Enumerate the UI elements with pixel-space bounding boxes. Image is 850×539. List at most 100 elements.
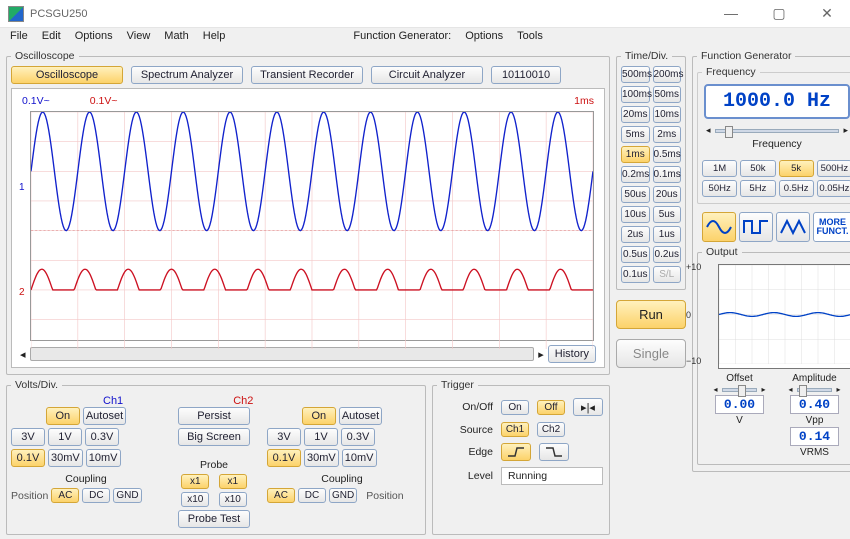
timediv-1ms[interactable]: 1ms bbox=[621, 146, 650, 163]
timediv-200ms[interactable]: 200ms bbox=[653, 66, 682, 83]
timediv-2ms[interactable]: 2ms bbox=[653, 126, 682, 143]
minimize-button[interactable]: — bbox=[716, 5, 746, 22]
fg-preset-50k[interactable]: 50k bbox=[740, 160, 775, 177]
ch2-scale-1v[interactable]: 1V bbox=[304, 428, 338, 446]
mode-circuit[interactable]: Circuit Analyzer bbox=[371, 66, 483, 84]
probe-ch2-x10[interactable]: x10 bbox=[219, 492, 247, 507]
mode-spectrum[interactable]: Spectrum Analyzer bbox=[131, 66, 243, 84]
trigger-on-button[interactable]: On bbox=[501, 400, 529, 415]
timediv-02ms[interactable]: 0.2ms bbox=[621, 166, 650, 183]
fg-slider-left-icon[interactable]: ◂ bbox=[706, 125, 711, 136]
menu-view[interactable]: View bbox=[127, 30, 151, 46]
menu-file[interactable]: File bbox=[10, 30, 28, 46]
mode-oscilloscope[interactable]: Oscilloscope bbox=[11, 66, 123, 84]
trigger-off-button[interactable]: Off bbox=[537, 400, 565, 415]
ch1-scale-0p1v[interactable]: 0.1V bbox=[11, 449, 45, 467]
timediv-5ms[interactable]: 5ms bbox=[621, 126, 650, 143]
ch2-coupling-gnd[interactable]: GND bbox=[329, 488, 357, 503]
ch2-coupling-ac[interactable]: AC bbox=[267, 488, 295, 503]
fg-preset-500Hz[interactable]: 500Hz bbox=[817, 160, 850, 177]
timediv-500ms[interactable]: 500ms bbox=[621, 66, 650, 83]
output-offset-slider[interactable] bbox=[722, 388, 758, 392]
ch2-scale-10mv[interactable]: 10mV bbox=[342, 449, 377, 467]
ch1-coupling-ac[interactable]: AC bbox=[51, 488, 79, 503]
trigger-edge-falling-icon[interactable] bbox=[539, 443, 569, 461]
timediv-50us[interactable]: 50us bbox=[621, 186, 650, 203]
mode-transient[interactable]: Transient Recorder bbox=[251, 66, 363, 84]
ch1-autoset-button[interactable]: Autoset bbox=[83, 407, 126, 425]
timediv-SL[interactable]: S/L bbox=[653, 266, 682, 283]
close-button[interactable]: ✕ bbox=[812, 5, 842, 22]
ch1-coupling-gnd[interactable]: GND bbox=[113, 488, 141, 503]
scroll-left-icon[interactable]: ◂ bbox=[20, 348, 26, 361]
timediv-5us[interactable]: 5us bbox=[653, 206, 682, 223]
fg-preset-1M[interactable]: 1M bbox=[702, 160, 737, 177]
timediv-20us[interactable]: 20us bbox=[653, 186, 682, 203]
fg-wave-sine-icon[interactable] bbox=[702, 212, 736, 242]
timediv-100ms[interactable]: 100ms bbox=[621, 86, 650, 103]
ch2-scale-0p1v[interactable]: 0.1V bbox=[267, 449, 301, 467]
timediv-01ms[interactable]: 0.1ms bbox=[653, 166, 682, 183]
trigger-source-ch1[interactable]: Ch1 bbox=[501, 422, 529, 437]
menu-help[interactable]: Help bbox=[203, 30, 226, 46]
menu-options[interactable]: Options bbox=[75, 30, 113, 46]
maximize-button[interactable]: ▢ bbox=[764, 5, 794, 22]
timediv-10us[interactable]: 10us bbox=[621, 206, 650, 223]
probe-test-button[interactable]: Probe Test bbox=[178, 510, 250, 528]
timediv-05ms[interactable]: 0.5ms bbox=[653, 146, 682, 163]
probe-ch1-x10[interactable]: x10 bbox=[181, 492, 209, 507]
output-amp-value: 0.40 bbox=[790, 395, 839, 414]
ch2-coupling-dc[interactable]: DC bbox=[298, 488, 326, 503]
ch2-autoset-button[interactable]: Autoset bbox=[339, 407, 382, 425]
fg-wave-triangle-icon[interactable] bbox=[776, 212, 810, 242]
scroll-right-icon[interactable]: ▸ bbox=[538, 348, 544, 361]
ch2-on-button[interactable]: On bbox=[302, 407, 336, 425]
ch2-scale-30mv[interactable]: 30mV bbox=[304, 449, 339, 467]
menu-edit[interactable]: Edit bbox=[42, 30, 61, 46]
output-amp-slider[interactable] bbox=[797, 388, 833, 392]
voltsdiv-ch2-label: Ch2 bbox=[233, 395, 253, 407]
menu-fg-tools[interactable]: Tools bbox=[517, 30, 543, 46]
fg-frequency-slider[interactable] bbox=[715, 129, 840, 133]
fg-slider-right-icon[interactable]: ▸ bbox=[843, 125, 848, 136]
trigger-level-label: Level bbox=[439, 470, 493, 482]
output-amp-unit: Vpp bbox=[806, 415, 824, 426]
timediv-50ms[interactable]: 50ms bbox=[653, 86, 682, 103]
ch2-scale-0p3v[interactable]: 0.3V bbox=[341, 428, 375, 446]
single-button[interactable]: Single bbox=[616, 339, 686, 368]
timediv-05us[interactable]: 0.5us bbox=[621, 246, 650, 263]
timediv-1us[interactable]: 1us bbox=[653, 226, 682, 243]
ch2-scale-3v[interactable]: 3V bbox=[267, 428, 301, 446]
menu-math[interactable]: Math bbox=[164, 30, 188, 46]
mode-digital[interactable]: 10110010 bbox=[491, 66, 561, 84]
fg-preset-5Hz[interactable]: 5Hz bbox=[740, 180, 775, 197]
ch1-coupling-dc[interactable]: DC bbox=[82, 488, 110, 503]
ch1-scale-1v[interactable]: 1V bbox=[48, 428, 82, 446]
timediv-01us[interactable]: 0.1us bbox=[621, 266, 650, 283]
run-button[interactable]: Run bbox=[616, 300, 686, 329]
menu-fg-options[interactable]: Options bbox=[465, 30, 503, 46]
bigscreen-button[interactable]: Big Screen bbox=[178, 428, 250, 446]
probe-ch1-x1[interactable]: x1 bbox=[181, 474, 209, 489]
fg-preset-5k[interactable]: 5k bbox=[779, 160, 814, 177]
timediv-2us[interactable]: 2us bbox=[621, 226, 650, 243]
persist-button[interactable]: Persist bbox=[178, 407, 250, 425]
ch1-scale-0p3v[interactable]: 0.3V bbox=[85, 428, 119, 446]
trigger-source-ch2[interactable]: Ch2 bbox=[537, 422, 565, 437]
probe-ch2-x1[interactable]: x1 bbox=[219, 474, 247, 489]
trigger-step-button[interactable]: ▸|◂ bbox=[573, 398, 603, 416]
ch1-scale-30mv[interactable]: 30mV bbox=[48, 449, 83, 467]
timediv-10ms[interactable]: 10ms bbox=[653, 106, 682, 123]
trigger-edge-rising-icon[interactable] bbox=[501, 443, 531, 461]
timediv-20ms[interactable]: 20ms bbox=[621, 106, 650, 123]
ch1-scale-3v[interactable]: 3V bbox=[11, 428, 45, 446]
ch1-scale-10mv[interactable]: 10mV bbox=[86, 449, 121, 467]
scope-canvas[interactable]: 1 2 bbox=[30, 111, 594, 341]
timediv-02us[interactable]: 0.2us bbox=[653, 246, 682, 263]
fg-preset-05Hz[interactable]: 0.5Hz bbox=[779, 180, 814, 197]
fg-preset-005Hz[interactable]: 0.05Hz bbox=[817, 180, 850, 197]
fg-wave-square-icon[interactable] bbox=[739, 212, 773, 242]
fg-more-button[interactable]: MORE FUNCT. bbox=[813, 212, 850, 242]
fg-preset-50Hz[interactable]: 50Hz bbox=[702, 180, 737, 197]
ch1-on-button[interactable]: On bbox=[46, 407, 80, 425]
